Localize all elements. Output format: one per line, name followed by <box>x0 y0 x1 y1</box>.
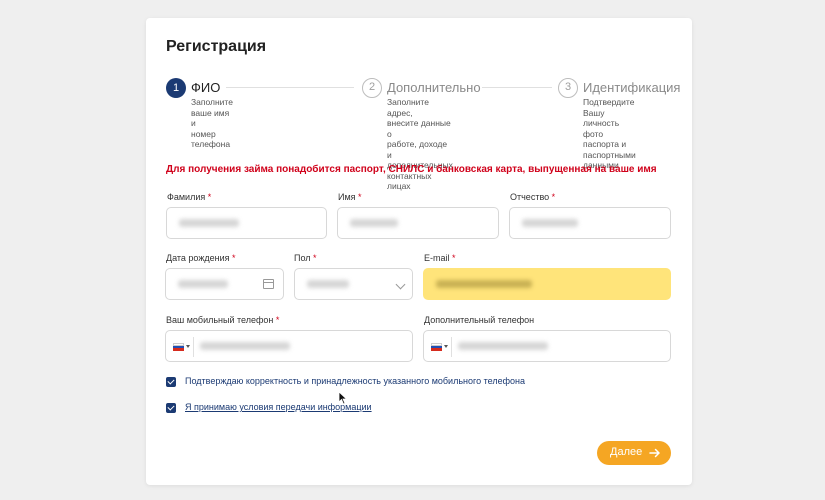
confirm-phone-checkbox[interactable] <box>166 377 176 387</box>
caret-down-icon[interactable] <box>444 345 448 348</box>
step-label: Идентификация <box>583 80 681 95</box>
blurred-value <box>350 219 398 227</box>
first-name-input[interactable] <box>337 207 499 239</box>
next-button-label: Далее <box>610 446 643 458</box>
registration-card: Регистрация 1 ФИО Заполните ваше имя и н… <box>146 18 692 485</box>
blurred-value <box>458 342 548 350</box>
mouse-cursor-icon <box>338 391 348 405</box>
mobile-phone-label: Ваш мобильный телефон * <box>166 315 280 325</box>
confirm-phone-label[interactable]: Подтверждаю корректность и принадлежност… <box>185 376 525 386</box>
patronymic-input[interactable] <box>509 207 671 239</box>
last-name-input[interactable] <box>166 207 327 239</box>
step-connector <box>482 87 552 88</box>
step-label: ФИО <box>191 80 221 95</box>
birth-date-label: Дата рождения * <box>166 253 236 263</box>
last-name-label: Фамилия * <box>167 192 212 202</box>
blurred-value <box>178 280 228 288</box>
russia-flag-icon[interactable] <box>431 343 442 351</box>
calendar-icon[interactable] <box>263 279 274 289</box>
step-number: 1 <box>166 78 186 98</box>
next-button[interactable]: Далее <box>597 441 671 465</box>
accept-terms-checkbox[interactable] <box>166 403 176 413</box>
page-title: Регистрация <box>166 38 267 55</box>
extra-phone-input[interactable] <box>423 330 671 362</box>
blurred-value <box>436 280 532 288</box>
blurred-value <box>179 219 239 227</box>
arrow-right-icon <box>649 448 660 458</box>
gender-label: Пол * <box>294 253 317 263</box>
chevron-down-icon <box>395 279 406 290</box>
caret-down-icon[interactable] <box>186 345 190 348</box>
divider <box>451 337 452 357</box>
first-name-label: Имя * <box>338 192 362 202</box>
requirements-notice: Для получения займа понадобится паспорт,… <box>166 164 657 175</box>
step-label: Дополнительно <box>387 80 481 95</box>
birth-date-input[interactable] <box>165 268 284 300</box>
step-connector <box>226 87 354 88</box>
extra-phone-label: Дополнительный телефон <box>424 315 535 325</box>
gender-select[interactable] <box>294 268 413 300</box>
email-label: E-mail * <box>424 253 456 263</box>
step-description: Заполните ваше имя и номер телефона <box>191 97 233 149</box>
step-number: 3 <box>558 78 578 98</box>
email-input[interactable] <box>423 268 671 300</box>
step-description: Подтвердите Вашу личность фото паспорта … <box>583 97 636 170</box>
step-number: 2 <box>362 78 382 98</box>
step-description: Заполните адрес, внесите данные о работе… <box>387 97 453 191</box>
blurred-value <box>522 219 578 227</box>
blurred-value <box>307 280 349 288</box>
divider <box>193 337 194 357</box>
russia-flag-icon[interactable] <box>173 343 184 351</box>
mobile-phone-input[interactable] <box>165 330 413 362</box>
blurred-value <box>200 342 290 350</box>
patronymic-label: Отчество * <box>510 192 556 202</box>
